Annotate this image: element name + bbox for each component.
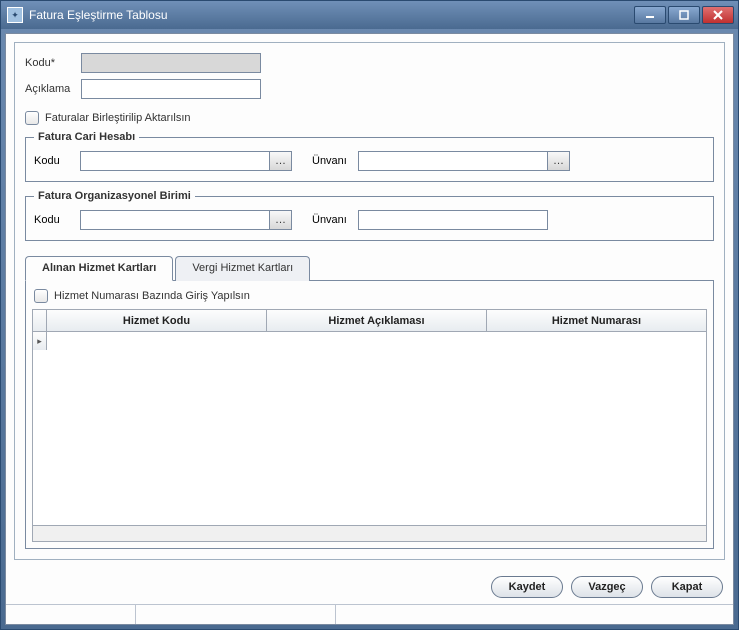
close-button[interactable]: Kapat: [651, 576, 723, 598]
client-area: Kodu* Açıklama Faturalar Birleştirilip A…: [5, 33, 734, 625]
maximize-button[interactable]: [668, 6, 700, 24]
content-panel: Kodu* Açıklama Faturalar Birleştirilip A…: [14, 42, 725, 560]
tab-body: Hizmet Numarası Bazında Giriş Yapılsın H…: [25, 280, 714, 549]
app-window: ✦ Fatura Eşleştirme Tablosu Kodu* Açıkla…: [0, 0, 739, 630]
tab-strip: Alınan Hizmet Kartları Vergi Hizmet Kart…: [25, 255, 714, 280]
ellipsis-icon: …: [275, 214, 286, 226]
service-number-entry-checkbox[interactable]: [34, 289, 48, 303]
org-kodu-input[interactable]: [80, 210, 270, 230]
status-cell-2: [136, 605, 336, 624]
aciklama-input[interactable]: [81, 79, 261, 99]
kodu-label: Kodu*: [25, 57, 81, 69]
service-number-entry-label: Hizmet Numarası Bazında Giriş Yapılsın: [54, 290, 250, 302]
org-legend: Fatura Organizasyonel Birimi: [34, 190, 195, 202]
cari-fieldset: Fatura Cari Hesabı Kodu … Ünvanı …: [25, 131, 714, 182]
app-icon: ✦: [7, 7, 23, 23]
ellipsis-icon: …: [553, 155, 564, 167]
cari-kodu-input[interactable]: [80, 151, 270, 171]
merge-invoices-label: Faturalar Birleştirilip Aktarılsın: [45, 112, 191, 124]
grid-row-indicator[interactable]: ▸: [33, 332, 47, 350]
tab-tax-service-cards[interactable]: Vergi Hizmet Kartları: [175, 256, 310, 281]
cari-unvani-input[interactable]: [358, 151, 548, 171]
col-service-code[interactable]: Hizmet Kodu: [47, 310, 267, 331]
grid-header: Hizmet Kodu Hizmet Açıklaması Hizmet Num…: [33, 310, 706, 332]
save-button[interactable]: Kaydet: [491, 576, 563, 598]
col-service-number[interactable]: Hizmet Numarası: [487, 310, 706, 331]
org-fieldset: Fatura Organizasyonel Birimi Kodu … Ünva…: [25, 190, 714, 241]
titlebar[interactable]: ✦ Fatura Eşleştirme Tablosu: [1, 1, 738, 29]
cari-legend: Fatura Cari Hesabı: [34, 131, 139, 143]
cari-unvani-lookup-button[interactable]: …: [548, 151, 570, 171]
statusbar: [6, 604, 733, 624]
window-controls: [634, 6, 734, 24]
merge-invoices-checkbox[interactable]: [25, 111, 39, 125]
grid-horizontal-scrollbar[interactable]: [33, 525, 706, 541]
org-unvani-label: Ünvanı: [312, 214, 352, 226]
kodu-input[interactable]: [81, 53, 261, 73]
service-grid[interactable]: Hizmet Kodu Hizmet Açıklaması Hizmet Num…: [32, 309, 707, 542]
cari-unvani-label: Ünvanı: [312, 155, 352, 167]
grid-body[interactable]: ▸: [33, 332, 706, 525]
col-service-description[interactable]: Hizmet Açıklaması: [267, 310, 487, 331]
grid-row-indicator-header: [33, 310, 47, 331]
cancel-button[interactable]: Vazgeç: [571, 576, 643, 598]
org-unvani-input[interactable]: [358, 210, 548, 230]
status-cell-1: [6, 605, 136, 624]
cari-kodu-label: Kodu: [34, 155, 74, 167]
cari-kodu-lookup-button[interactable]: …: [270, 151, 292, 171]
aciklama-label: Açıklama: [25, 83, 81, 95]
org-kodu-label: Kodu: [34, 214, 74, 226]
close-window-button[interactable]: [702, 6, 734, 24]
window-title: Fatura Eşleştirme Tablosu: [29, 8, 634, 22]
minimize-button[interactable]: [634, 6, 666, 24]
org-kodu-lookup-button[interactable]: …: [270, 210, 292, 230]
button-bar: Kaydet Vazgeç Kapat: [6, 568, 733, 604]
ellipsis-icon: …: [275, 155, 286, 167]
tab-received-service-cards[interactable]: Alınan Hizmet Kartları: [25, 256, 173, 281]
